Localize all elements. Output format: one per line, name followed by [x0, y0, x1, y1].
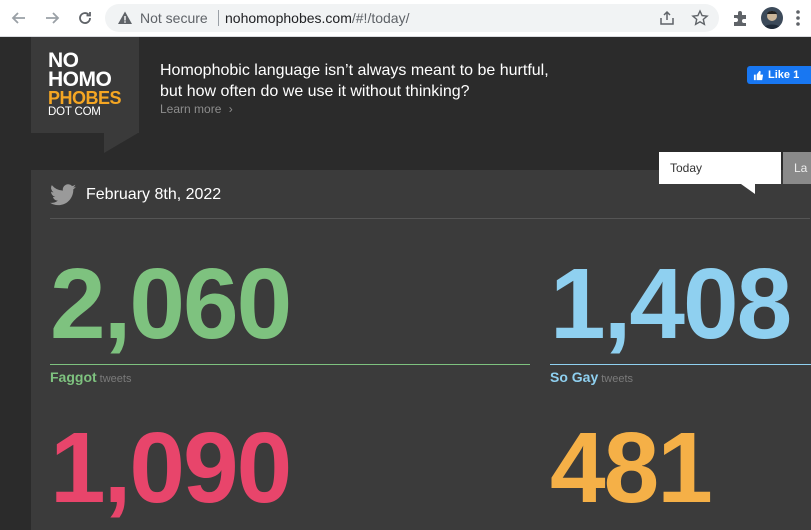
- stat-underline-2: [550, 364, 811, 365]
- facebook-like-label: Like 1: [768, 69, 800, 81]
- learn-more-label: Learn more: [160, 102, 222, 116]
- stat-count-1: 2,060: [50, 248, 292, 360]
- stat-suffix-1: tweets: [99, 373, 132, 385]
- browser-toolbar: Not secure nohomophobes.com/#!/today/: [0, 0, 811, 37]
- stat-count-3: 1,090: [50, 412, 292, 524]
- twitter-bird-icon: [50, 184, 76, 206]
- page-headline: Homophobic language isn’t always meant t…: [160, 60, 620, 102]
- forward-arrow-icon: [46, 12, 60, 24]
- stat-label-2[interactable]: So Gay tweets: [550, 369, 633, 385]
- stat-suffix-2: tweets: [601, 373, 634, 385]
- url-path: /#!/today/: [351, 10, 410, 26]
- tab-last-label: La: [794, 161, 808, 175]
- thumbs-up-icon: [753, 70, 764, 80]
- address-bar[interactable]: Not secure nohomophobes.com/#!/today/: [105, 4, 719, 32]
- reload-button[interactable]: [75, 8, 95, 28]
- chevron-right-icon: ›: [228, 102, 233, 116]
- back-arrow-icon: [11, 12, 25, 24]
- url-host: nohomophobes.com: [225, 10, 352, 26]
- header-divider: [50, 218, 810, 219]
- tab-today-pointer: [741, 184, 755, 194]
- warning-icon[interactable]: [117, 10, 133, 26]
- forward-button[interactable]: [42, 8, 62, 28]
- stat-count-4: 481: [550, 412, 713, 524]
- star-icon[interactable]: [691, 9, 709, 27]
- stat-count-2: 1,408: [550, 248, 792, 360]
- puzzle-extension-icon[interactable]: [731, 9, 749, 27]
- url-text[interactable]: nohomophobes.com/#!/today/: [225, 10, 409, 26]
- logo-pointer: [104, 133, 138, 153]
- stat-term-2: So Gay: [550, 369, 599, 385]
- logo-line-2: HOMO: [48, 68, 112, 91]
- headline-line-2: but how often do we use it without think…: [160, 83, 470, 100]
- share-icon[interactable]: [658, 9, 676, 27]
- stat-term-1: Faggot: [50, 369, 97, 385]
- tab-today[interactable]: Today: [659, 152, 781, 184]
- reload-icon: [79, 12, 91, 24]
- stat-label-1[interactable]: Faggot tweets: [50, 369, 131, 385]
- tab-today-label: Today: [670, 161, 703, 175]
- stat-underline-1: [50, 364, 530, 365]
- omnibox-separator: [218, 10, 219, 26]
- tab-last[interactable]: La: [783, 152, 811, 184]
- avatar[interactable]: [761, 7, 783, 29]
- more-menu-icon[interactable]: [795, 9, 801, 27]
- facebook-like-button[interactable]: Like 1: [747, 66, 811, 84]
- profile-picture-icon: [763, 11, 781, 29]
- security-label[interactable]: Not secure: [140, 10, 208, 26]
- logo-line-4: DOT COM: [48, 106, 101, 118]
- current-date: February 8th, 2022: [86, 186, 222, 203]
- site-logo[interactable]: NO HOMO PHOBES DOT COM: [31, 37, 139, 133]
- back-button[interactable]: [9, 8, 29, 28]
- headline-line-1: Homophobic language isn’t always meant t…: [160, 62, 549, 79]
- learn-more-link[interactable]: Learn more ›: [160, 102, 233, 116]
